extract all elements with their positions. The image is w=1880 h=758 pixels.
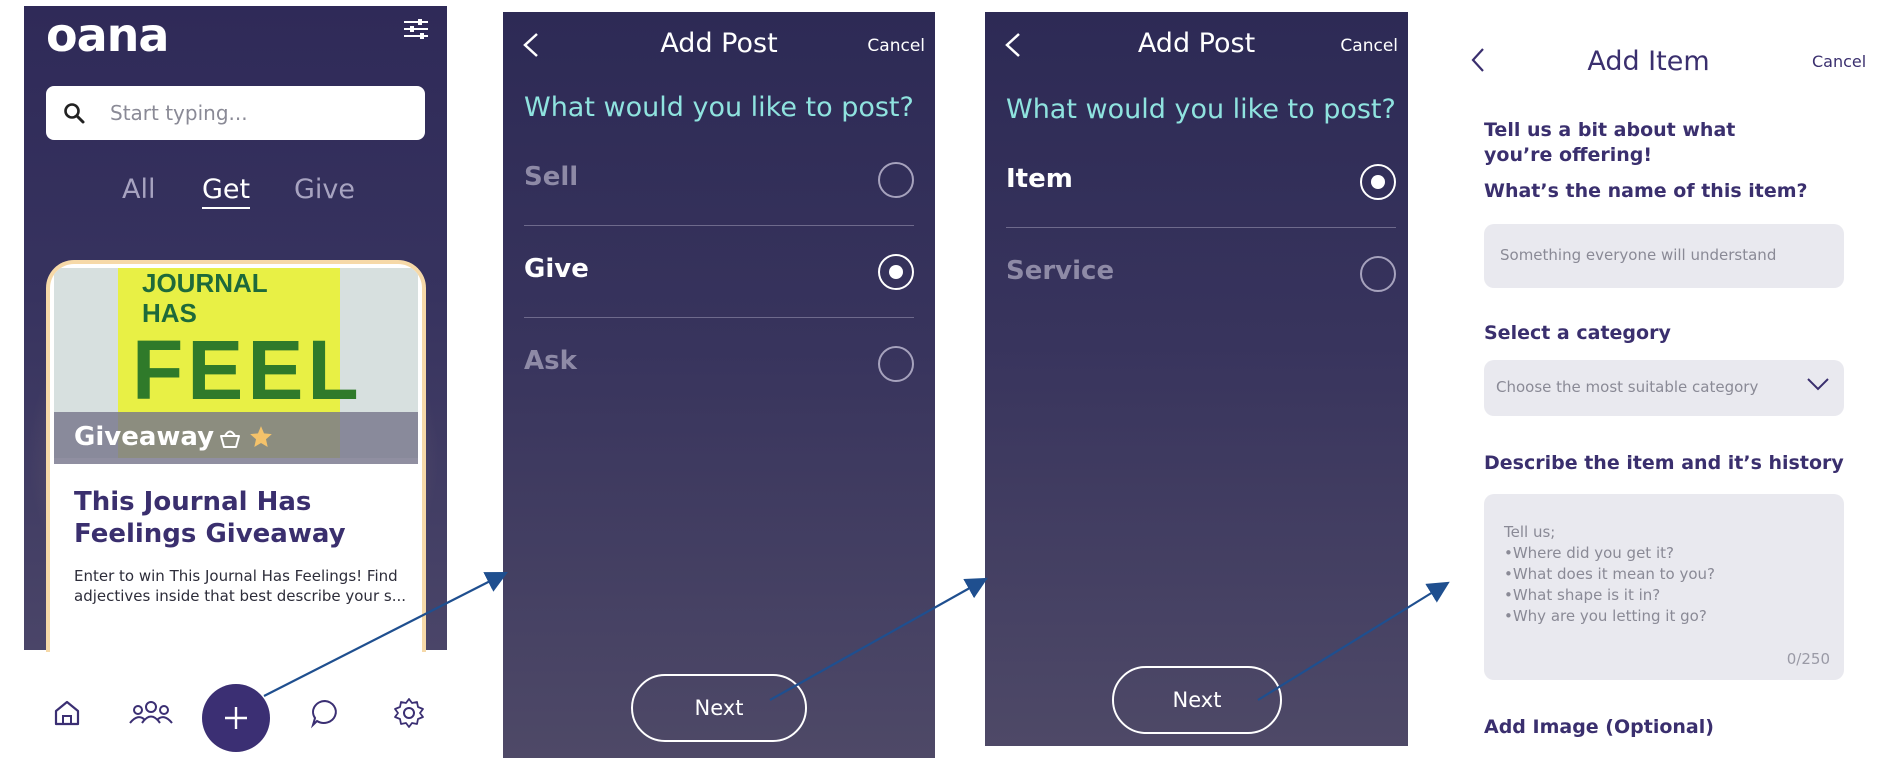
post-title: This Journal Has Feelings Giveaway bbox=[74, 487, 346, 549]
post-description: Enter to win This Journal Has Feelings! … bbox=[74, 567, 406, 605]
radio-button[interactable] bbox=[1360, 256, 1396, 292]
post-card[interactable]: JOURNAL HAS FEEL Giveaway This Journal Ha… bbox=[46, 260, 426, 652]
star-icon bbox=[250, 426, 272, 447]
book-cover-text: JOURNAL HAS bbox=[142, 268, 268, 328]
tab-give[interactable]: Give bbox=[294, 174, 355, 205]
option-item[interactable]: Item bbox=[1006, 136, 1396, 228]
search-placeholder: Start typing... bbox=[110, 101, 248, 125]
search-input[interactable]: Start typing... bbox=[46, 86, 425, 140]
description-textarea[interactable]: Tell us; •Where did you get it? •What do… bbox=[1484, 494, 1844, 680]
giveaway-banner: Giveaway bbox=[54, 412, 418, 464]
option-ask[interactable]: Ask bbox=[524, 318, 914, 410]
chat-icon[interactable] bbox=[308, 696, 342, 730]
tab-all[interactable]: All bbox=[122, 174, 155, 205]
description-placeholder: Tell us; •Where did you get it? •What do… bbox=[1504, 523, 1716, 625]
item-name-placeholder: Something everyone will understand bbox=[1500, 246, 1777, 264]
option-label: Give bbox=[524, 254, 589, 284]
next-button[interactable]: Next bbox=[631, 674, 807, 742]
search-icon bbox=[64, 103, 85, 124]
description-label: Describe the item and it’s history bbox=[1484, 452, 1844, 474]
option-give[interactable]: Give bbox=[524, 226, 914, 318]
add-post-give-type-screen: Add Post Cancel What would you like to p… bbox=[985, 12, 1408, 746]
add-image-label: Add Image (Optional) bbox=[1484, 716, 1714, 738]
radio-button[interactable] bbox=[878, 162, 914, 198]
item-name-field[interactable]: Something everyone will understand bbox=[1484, 224, 1844, 288]
add-item-screen: Add Item Cancel Tell us a bit about what… bbox=[1450, 20, 1880, 758]
question-heading: What would you like to post? bbox=[524, 92, 914, 123]
basket-icon bbox=[220, 430, 240, 448]
settings-icon[interactable] bbox=[392, 696, 426, 730]
radio-button[interactable] bbox=[878, 346, 914, 382]
option-label: Ask bbox=[524, 346, 577, 376]
category-select[interactable]: Choose the most suitable category bbox=[1484, 360, 1844, 416]
intro-text: Tell us a bit about what you’re offering… bbox=[1484, 119, 1736, 166]
option-label: Sell bbox=[524, 162, 579, 192]
chevron-down-icon bbox=[1807, 378, 1829, 391]
cancel-button[interactable]: Cancel bbox=[1340, 36, 1398, 56]
giveaway-badge: Giveaway bbox=[74, 422, 215, 452]
add-post-button[interactable] bbox=[202, 684, 270, 752]
radio-button[interactable] bbox=[1360, 164, 1396, 200]
home-icon[interactable] bbox=[50, 696, 84, 730]
add-post-type-screen: Add Post Cancel What would you like to p… bbox=[503, 12, 935, 758]
question-heading: What would you like to post? bbox=[1006, 94, 1396, 125]
option-label: Item bbox=[1006, 164, 1073, 194]
radio-button[interactable] bbox=[878, 254, 914, 290]
next-button[interactable]: Next bbox=[1112, 666, 1282, 734]
item-name-label: What’s the name of this item? bbox=[1484, 180, 1808, 202]
app-logo: oana bbox=[46, 8, 169, 62]
page-title: Add Item bbox=[1587, 46, 1710, 77]
home-screen: oana Start typing... All Get Give JOURNA… bbox=[24, 6, 447, 758]
cancel-button[interactable]: Cancel bbox=[1812, 52, 1866, 71]
option-service[interactable]: Service bbox=[1006, 228, 1396, 320]
plus-icon bbox=[225, 707, 247, 729]
feed-tabs: All Get Give bbox=[24, 174, 447, 214]
filter-icon[interactable] bbox=[402, 16, 430, 42]
category-placeholder: Choose the most suitable category bbox=[1496, 378, 1759, 396]
people-icon[interactable] bbox=[128, 696, 174, 730]
bottom-nav bbox=[24, 656, 447, 758]
book-cover-title: FEEL bbox=[132, 323, 363, 417]
category-label: Select a category bbox=[1484, 322, 1671, 344]
character-counter: 0/250 bbox=[1786, 650, 1830, 668]
cancel-button[interactable]: Cancel bbox=[867, 36, 925, 56]
tab-get[interactable]: Get bbox=[202, 174, 251, 209]
option-label: Service bbox=[1006, 256, 1115, 286]
option-sell[interactable]: Sell bbox=[524, 134, 914, 226]
